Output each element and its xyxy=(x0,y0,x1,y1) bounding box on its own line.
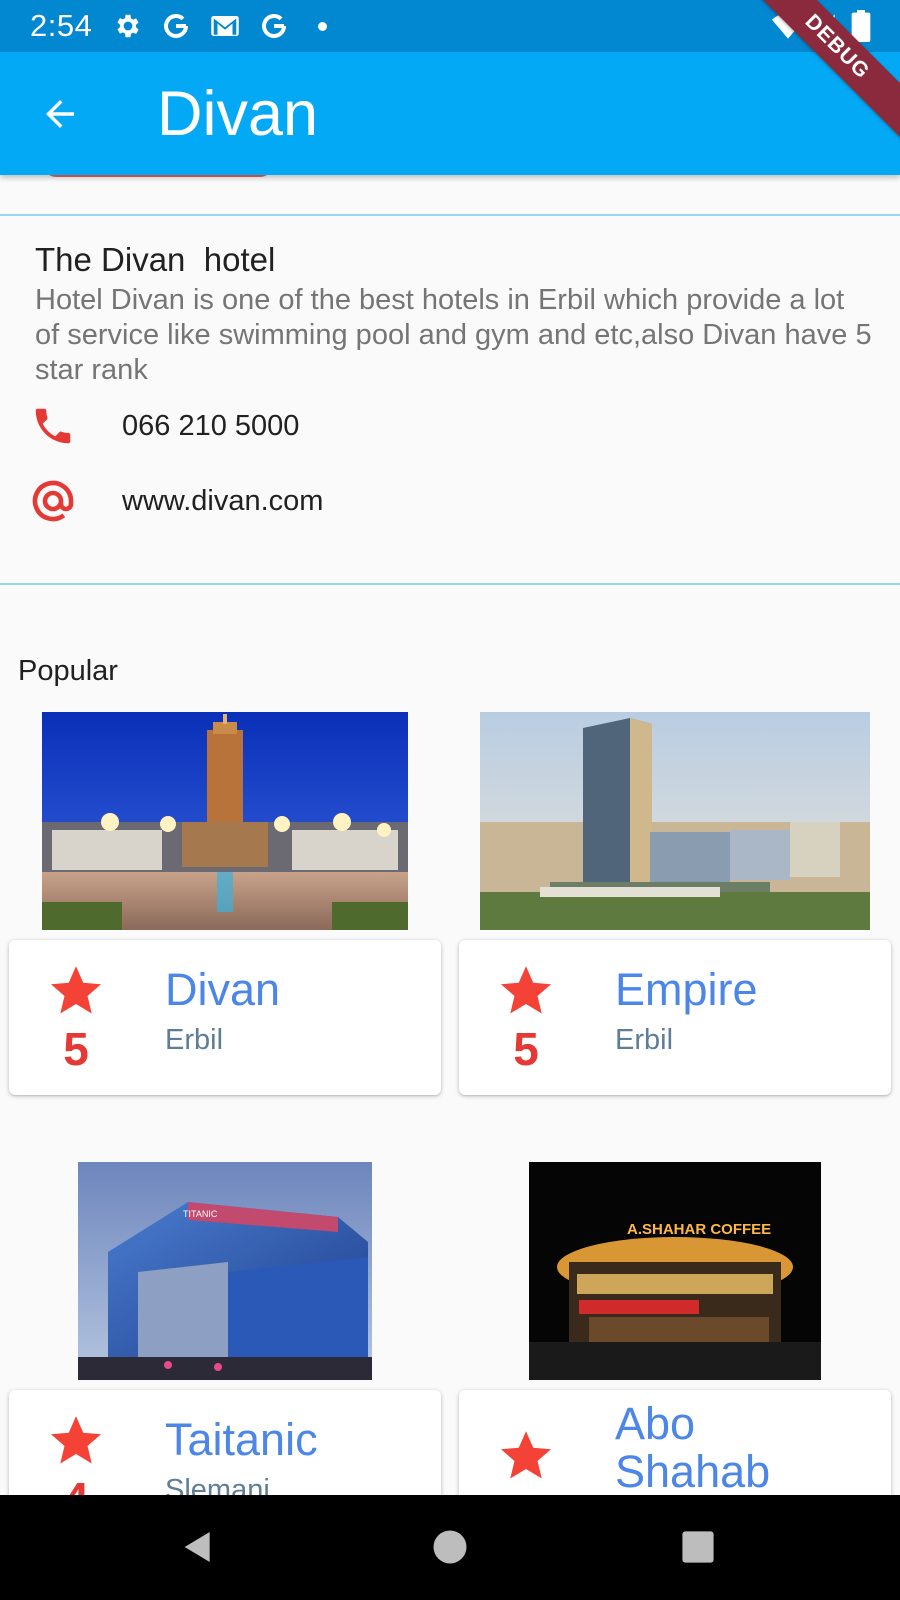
place-city: Slemani xyxy=(165,1474,270,1495)
place-city: Erbil xyxy=(615,1024,674,1056)
titanic-sign: TITANIC xyxy=(183,1209,218,1219)
hero-image-edge xyxy=(44,175,272,177)
hotel-name: The Divan hotel xyxy=(35,241,276,278)
phone-number: 066 210 5000 xyxy=(122,409,300,442)
rating-value: 5 xyxy=(63,1023,89,1075)
page-title: Divan xyxy=(157,79,319,149)
taitanic-photo[interactable]: TITANIC xyxy=(78,1162,372,1380)
nav-recents-button[interactable] xyxy=(666,1515,730,1579)
home-circle-icon xyxy=(433,1530,467,1564)
screen: 2:54 Divan DEBUG The Divan hotel Hotel D… xyxy=(0,0,900,1600)
nav-back-button[interactable] xyxy=(166,1515,230,1579)
place-name: Empire xyxy=(615,964,758,1015)
settings-icon xyxy=(113,10,143,42)
website-link: www.divan.com xyxy=(122,484,324,517)
google-icon xyxy=(161,10,191,42)
place-card-divan[interactable]: 5 Divan Erbil xyxy=(9,940,441,1095)
back-triangle-icon xyxy=(184,1532,210,1562)
place-name: Divan xyxy=(165,964,281,1015)
place-name: Abo Shahab xyxy=(615,1398,771,1496)
google-icon xyxy=(259,10,289,42)
at-sign-icon xyxy=(28,476,78,526)
place-card-empire[interactable]: 5 Empire Erbil xyxy=(459,940,891,1095)
divider xyxy=(0,214,900,216)
cafe-sign: A.SHAHAR COFFEE xyxy=(627,1221,771,1238)
empire-photo[interactable] xyxy=(480,712,870,930)
app-bar: Divan xyxy=(0,52,900,175)
nav-home-button[interactable] xyxy=(418,1515,482,1579)
star-icon xyxy=(51,1416,101,1464)
back-button[interactable] xyxy=(28,82,92,146)
rating-value: 4 xyxy=(46,1472,106,1495)
phone-icon xyxy=(28,401,78,451)
gmail-icon xyxy=(210,10,240,42)
star-icon xyxy=(501,1431,551,1479)
notification-dot xyxy=(318,22,327,31)
star-icon xyxy=(501,966,551,1014)
scroll-content[interactable]: The Divan hotel Hotel Divan is one of th… xyxy=(0,175,900,1495)
star-icon xyxy=(51,966,101,1014)
abo-shahab-photo[interactable]: A.SHAHAR COFFEE xyxy=(529,1162,821,1380)
recents-square-icon xyxy=(682,1531,714,1563)
status-time: 2:54 xyxy=(30,8,93,43)
rating-value: 5 xyxy=(513,1023,539,1075)
place-card-taitanic[interactable]: 4 Taitanic Slemani xyxy=(9,1390,441,1495)
place-card-abo-shahab[interactable]: Abo Shahab xyxy=(459,1390,891,1495)
hotel-description: Hotel Divan is one of the best hotels in… xyxy=(35,284,872,386)
status-bar: 2:54 xyxy=(0,0,900,52)
divider xyxy=(0,583,900,585)
system-nav-bar xyxy=(0,1495,900,1600)
place-city: Erbil xyxy=(165,1024,224,1056)
divan-photo[interactable] xyxy=(42,712,408,930)
popular-section-title: Popular xyxy=(18,655,118,687)
arrow-back-icon xyxy=(46,100,74,128)
place-name: Taitanic xyxy=(165,1414,318,1465)
phone-row[interactable]: 066 210 5000 xyxy=(28,401,299,451)
website-row[interactable]: www.divan.com xyxy=(28,476,323,526)
